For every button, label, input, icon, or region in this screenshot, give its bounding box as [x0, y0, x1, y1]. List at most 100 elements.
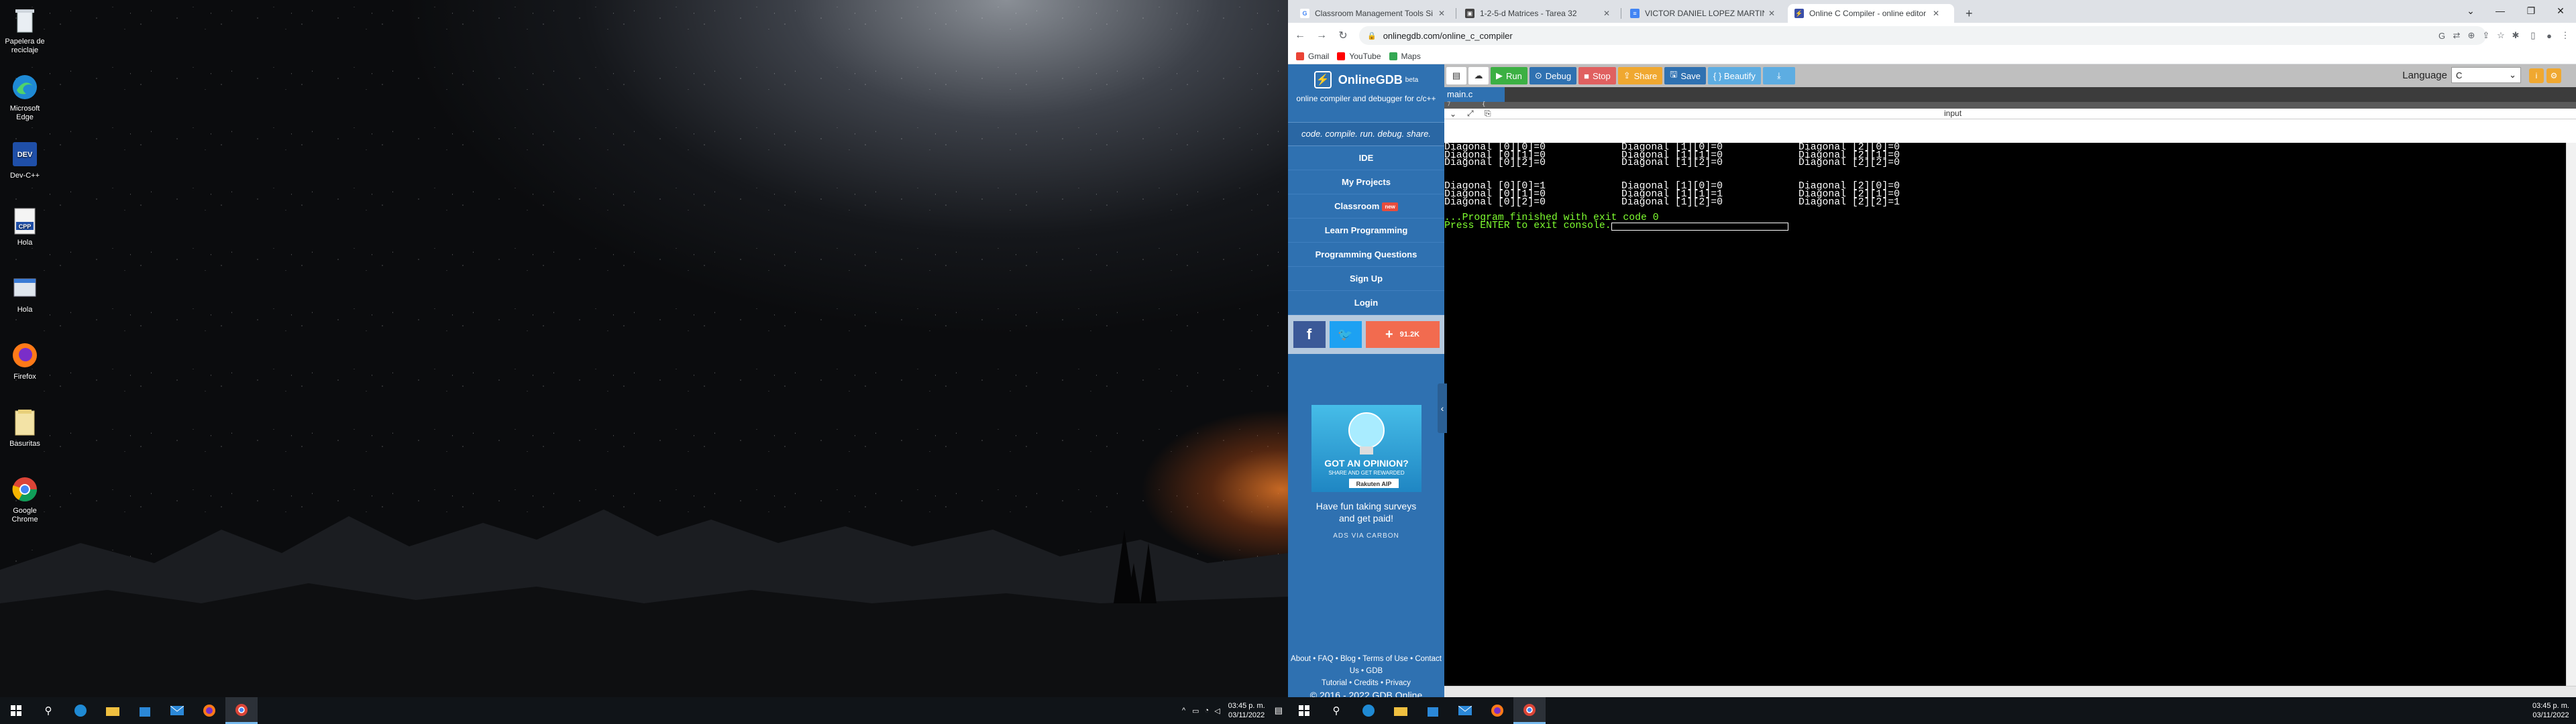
extensions-icon[interactable]: ✱ [2509, 29, 2522, 42]
console-input-label[interactable]: input [1944, 109, 1962, 118]
nav-my-projects[interactable]: My Projects [1288, 170, 1444, 194]
twitter-share-button[interactable]: 🐦 [1329, 321, 1362, 348]
ads-via-carbon[interactable]: ADS VIA CARBON [1288, 532, 1444, 540]
tab-classroom-tools[interactable]: G Classroom Management Tools Si ✕ [1293, 4, 1452, 23]
ad-text-line: and get paid! [1339, 513, 1393, 524]
taskbar-firefox[interactable] [193, 697, 225, 724]
taskbar-file-explorer[interactable] [1385, 697, 1417, 724]
footer-links[interactable]: About • FAQ • Blog • Terms of Use • Cont… [1288, 653, 1444, 677]
ad-image[interactable]: GOT AN OPINION? SHARE AND GET REWARDED R… [1311, 405, 1421, 492]
footer-links[interactable]: Tutorial • Credits • Privacy [1288, 677, 1444, 689]
nav-classroom[interactable]: Classroom new [1288, 194, 1444, 219]
download-button[interactable]: ⤓ [1762, 67, 1795, 84]
desktop-icon-firefox[interactable]: Firefox [3, 341, 47, 381]
taskbar-edge[interactable] [64, 697, 97, 724]
debug-button[interactable]: ⊙ Debug [1529, 67, 1577, 84]
close-window-button[interactable]: ✕ [2545, 0, 2576, 21]
wifi-icon[interactable]: ◔ [1205, 707, 1210, 715]
network-icon[interactable]: ▭ [1192, 707, 1199, 715]
bookmark-maps[interactable]: Maps [1389, 52, 1421, 61]
taskbar-chrome[interactable] [1513, 697, 1546, 724]
new-tab-button[interactable]: + [1959, 4, 1980, 23]
nav-learn-programming[interactable]: Learn Programming [1288, 219, 1444, 243]
notifications-icon[interactable]: ▤ [1275, 705, 1283, 716]
side-panel-icon[interactable]: ▯ [2526, 29, 2540, 42]
bookmark-youtube[interactable]: YouTube [1337, 52, 1381, 61]
facebook-share-button[interactable]: f [1293, 321, 1326, 348]
copy-icon[interactable]: ⎘ [1485, 109, 1497, 119]
console-scrollbar[interactable] [2566, 143, 2576, 686]
search-button[interactable]: ⚲ [32, 697, 64, 724]
forward-button[interactable]: → [1312, 26, 1331, 45]
file-tab-main-c[interactable]: main.c [1444, 87, 1505, 102]
google-lens-icon[interactable]: G [2435, 29, 2449, 42]
restore-button[interactable]: ❐ [2516, 0, 2546, 21]
star-icon[interactable]: ☆ [2494, 29, 2508, 42]
zoom-icon[interactable]: ⊕ [2465, 29, 2478, 42]
language-dropdown[interactable]: C ⌄ [2451, 67, 2521, 83]
taskbar-store[interactable] [129, 697, 161, 724]
taskbar-file-explorer[interactable] [97, 697, 129, 724]
stop-button[interactable]: ■ Stop [1578, 67, 1616, 84]
chevron-up-icon[interactable]: ^ [1182, 707, 1185, 715]
settings-button[interactable]: ⚙ [2546, 68, 2561, 83]
tab-matrices[interactable]: ▣ 1-2-5-d Matrices - Tarea 32 ✕ [1458, 4, 1617, 23]
taskbar-edge[interactable] [1352, 697, 1385, 724]
nav-sign-up[interactable]: Sign Up [1288, 267, 1444, 291]
beautify-button[interactable]: { } Beautify [1708, 67, 1761, 84]
taskbar-mail[interactable] [161, 697, 193, 724]
save-button[interactable]: 🖫 Save [1664, 67, 1707, 84]
run-button[interactable]: ▶ Run [1491, 67, 1527, 84]
share-icon[interactable]: ⇪ [2479, 29, 2493, 42]
info-button[interactable]: i [2529, 68, 2544, 83]
tab-victor-daniel[interactable]: ≡ VICTOR DANIEL LOPEZ MARTINE ✕ [1623, 4, 1782, 23]
expand-icon[interactable]: ⤢ [1467, 109, 1479, 119]
desktop-icon-hola-cpp[interactable]: CPP Hola [3, 206, 47, 247]
back-button[interactable]: ← [1291, 26, 1309, 45]
console-output[interactable]: Diagonal [0][0]=0 Diagonal [1][0]=0 Diagon… [1444, 143, 2566, 686]
chevron-down-icon[interactable]: ⌄ [2455, 0, 2486, 21]
code-editor-strip[interactable]: 7 { [1444, 101, 2576, 109]
tab-online-c-compiler[interactable]: ⚡ Online C Compiler - online editor ✕ [1788, 4, 1954, 23]
desktop-icon-chrome[interactable]: Google Chrome [3, 475, 47, 524]
upload-button[interactable]: ☁ [1468, 67, 1489, 84]
taskbar-chrome[interactable] [225, 697, 258, 724]
address-bar[interactable]: 🔒 onlinegdb.com/online_c_compiler [1359, 26, 2486, 45]
reload-button[interactable]: ↻ [1334, 26, 1352, 45]
clock[interactable]: 03:45 p. m. 03/11/2022 [2532, 701, 2569, 720]
taskbar-mail[interactable] [1449, 697, 1481, 724]
desktop-icon-devcpp[interactable]: DEV Dev-C++ [3, 139, 47, 180]
more-options-icon[interactable]: ⋮ [2559, 29, 2572, 42]
gdb-logo[interactable]: ⚡ OnlineGDB beta online compiler and deb… [1288, 64, 1444, 122]
carbon-ad[interactable]: GOT AN OPINION? SHARE AND GET REWARDED R… [1288, 405, 1444, 540]
bookmark-gmail[interactable]: Gmail [1296, 52, 1329, 61]
lock-icon: 🔒 [1367, 32, 1377, 40]
ad-text[interactable]: Have fun taking surveys and get paid! [1288, 500, 1444, 524]
share-button[interactable]: ⇪ Share [1617, 67, 1663, 84]
nav-ide[interactable]: IDE [1288, 146, 1444, 170]
nav-programming-questions[interactable]: Programming Questions [1288, 243, 1444, 267]
profile-icon[interactable]: ● [2542, 29, 2556, 42]
addthis-share-button[interactable]: +91.2K [1365, 321, 1440, 348]
collapse-sidebar-button[interactable]: ‹ [1438, 383, 1447, 433]
search-button[interactable]: ⚲ [1320, 697, 1352, 724]
start-button[interactable] [1288, 697, 1320, 724]
close-icon[interactable]: ✕ [1933, 9, 1939, 18]
taskbar-firefox[interactable] [1481, 697, 1513, 724]
minimize-button[interactable]: — [2485, 0, 2516, 21]
desktop-icon-recycle-bin[interactable]: Papelera de reciclaje [3, 5, 47, 55]
translate-icon[interactable]: ⇄ [2450, 29, 2463, 42]
nav-login[interactable]: Login [1288, 291, 1444, 315]
new-file-button[interactable]: ▤ [1446, 67, 1466, 84]
volume-icon[interactable]: ◁ [1214, 707, 1220, 715]
close-icon[interactable]: ✕ [1438, 9, 1445, 18]
close-icon[interactable]: ✕ [1603, 9, 1610, 18]
chevron-down-icon[interactable]: ⌄ [1450, 109, 1462, 119]
desktop-icon-hola-exe[interactable]: Hola [3, 274, 47, 314]
start-button[interactable] [0, 697, 32, 724]
clock[interactable]: 03:45 p. m. 03/11/2022 [1228, 701, 1265, 720]
taskbar-store[interactable] [1417, 697, 1449, 724]
desktop-icon-edge[interactable]: Microsoft Edge [3, 72, 47, 122]
desktop-icon-basuritas[interactable]: Basuritas [3, 408, 47, 448]
close-icon[interactable]: ✕ [1768, 9, 1775, 18]
